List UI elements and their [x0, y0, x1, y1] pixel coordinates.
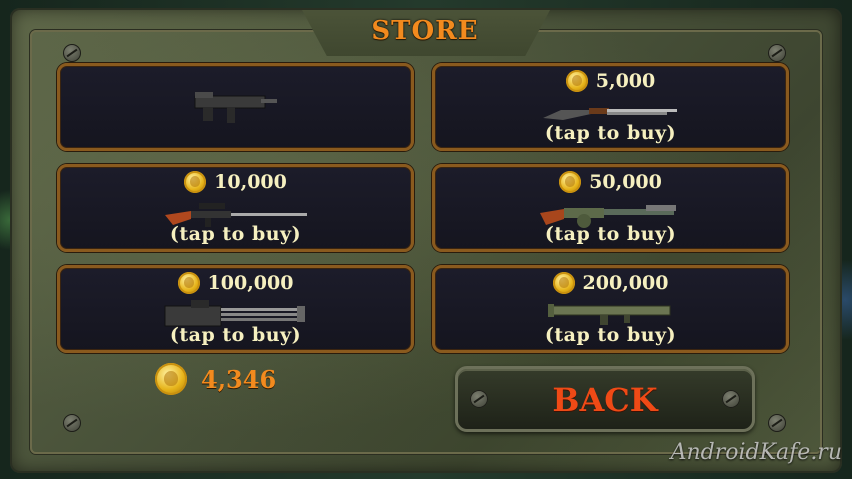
store-item-rocket-launcher[interactable]: 200,000 (tap to buy) — [432, 265, 789, 353]
back-label: BACK — [552, 381, 658, 419]
coin-icon — [155, 363, 187, 395]
screw-icon — [768, 44, 786, 62]
price-value: 100,000 — [207, 272, 294, 294]
item-price: 100,000 — [60, 272, 411, 294]
balance-value: 4,346 — [201, 364, 277, 394]
store-item-grenade-launcher-rifle[interactable]: 50,000 (tap to buy) — [432, 164, 789, 252]
page-title: STORE — [371, 16, 479, 46]
screw-icon — [768, 414, 786, 432]
tap-to-buy-label: (tap to buy) — [169, 223, 302, 245]
item-price: 200,000 — [435, 272, 786, 294]
back-button[interactable]: BACK — [455, 366, 755, 432]
watermark: AndroidKafe.ru — [670, 440, 842, 465]
store-item-smg[interactable] — [57, 63, 414, 151]
tap-to-buy-label: (tap to buy) — [544, 324, 677, 346]
price-value: 200,000 — [582, 272, 669, 294]
screw-icon — [63, 44, 81, 62]
item-price: 10,000 — [60, 171, 411, 193]
store-item-shotgun[interactable]: 5,000 (tap to buy) — [432, 63, 789, 151]
coin-icon — [559, 171, 582, 193]
coin-balance: 4,346 — [155, 363, 276, 395]
screw-icon — [63, 414, 81, 432]
store-item-sniper-rifle[interactable]: 10,000 (tap to buy) — [57, 164, 414, 252]
tap-to-buy-label: (tap to buy) — [544, 223, 677, 245]
price-value: 10,000 — [214, 171, 287, 193]
price-value: 5,000 — [595, 70, 656, 92]
coin-icon — [177, 272, 200, 294]
tap-to-buy-label: (tap to buy) — [169, 324, 302, 346]
coin-icon — [565, 70, 588, 92]
store-item-minigun[interactable]: 100,000 (tap to buy) — [57, 265, 414, 353]
coin-icon — [184, 171, 207, 193]
shotgun-icon — [542, 108, 677, 120]
price-value: 50,000 — [589, 171, 662, 193]
smg-icon — [194, 92, 277, 123]
tap-to-buy-label: (tap to buy) — [544, 122, 677, 144]
coin-icon — [552, 272, 575, 294]
item-price: 5,000 — [435, 70, 786, 92]
item-price: 50,000 — [435, 171, 786, 193]
